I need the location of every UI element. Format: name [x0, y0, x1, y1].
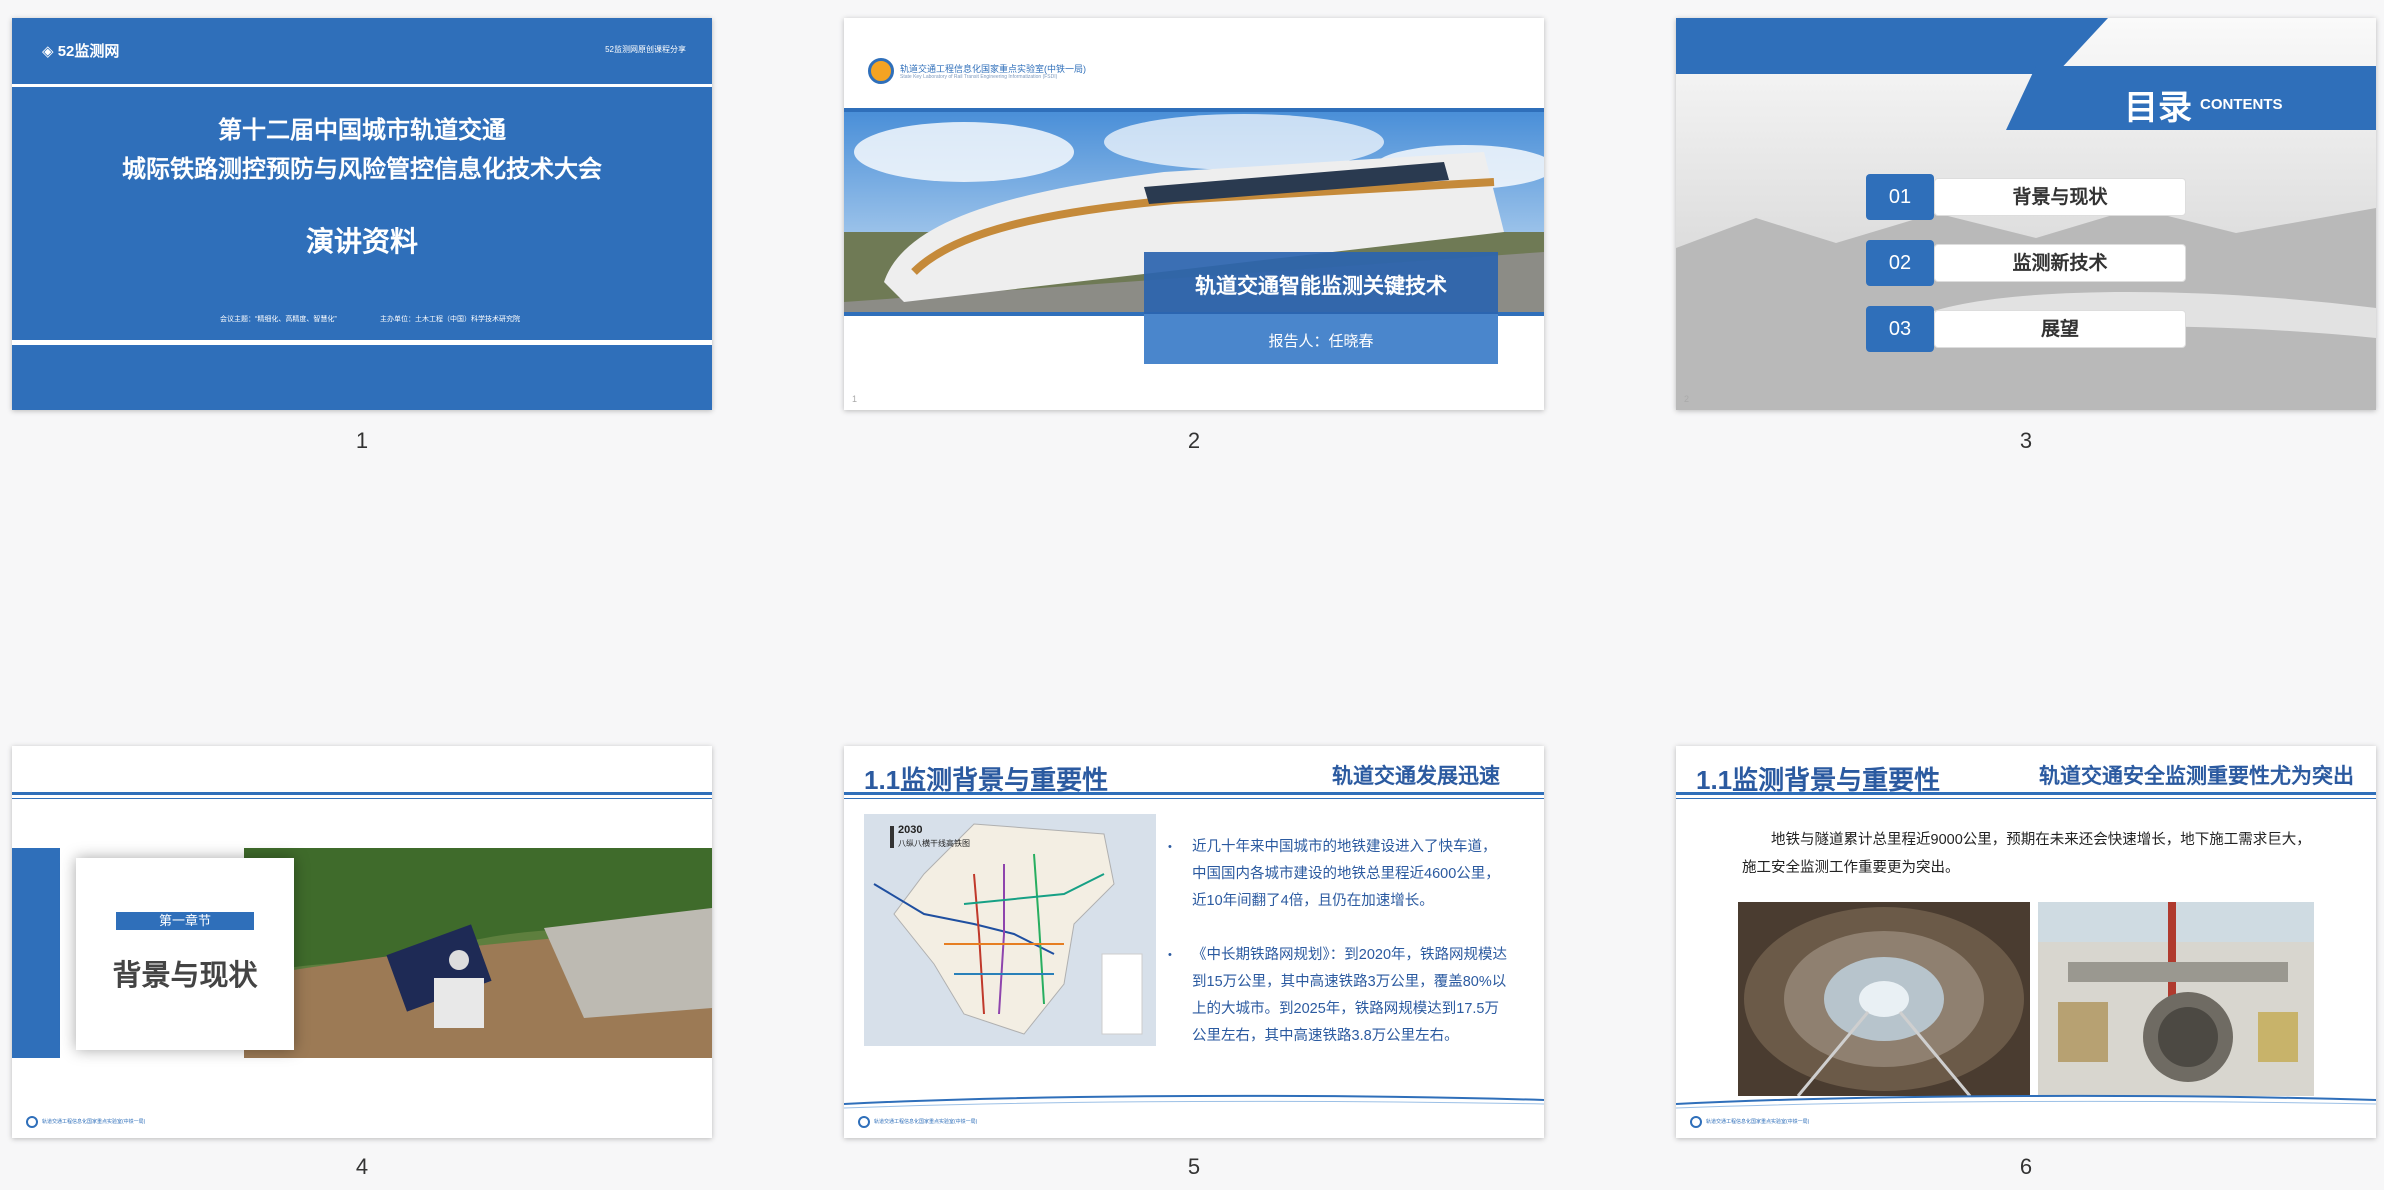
toc-item-3[interactable]: 03 展望	[1866, 306, 2186, 352]
bullet-item-1: • 近几十年来中国城市的地铁建设进入了快车道，中国国内各城市建设的地铁总里程近4…	[1168, 834, 1508, 915]
org-logo-icon	[1690, 1116, 1702, 1128]
toc-title: 目录	[2124, 89, 2192, 127]
org-subname: State Key Laboratory of Rail Transit Eng…	[900, 74, 1058, 80]
toc-label: 展望	[1934, 310, 2186, 348]
toc-index: 03	[1866, 306, 1934, 352]
slide-thumbnail-3[interactable]: 目录 CONTENTS 01 背景与现状 02 监测新技术 03 展望 2	[1676, 18, 2376, 410]
slide-thumbnail-4[interactable]: 第一章节 背景与现状 轨道交通工程信息化国家重点实验室(中铁一局)	[12, 746, 712, 1138]
org-logo-icon	[26, 1116, 38, 1128]
slide-title: 轨道交通智能监测关键技术	[1195, 275, 1447, 298]
map-subtitle: 八纵八横干线高铁图	[898, 839, 970, 848]
slide-background	[12, 18, 712, 410]
bullet-dot-icon: •	[1168, 841, 1172, 853]
body-text: 地铁与隧道累计总里程近9000公里，预期在未来还会快速增长，地下施工需求巨大，施…	[1742, 832, 2311, 876]
field-photo	[244, 848, 712, 1058]
bullet-dot-icon: •	[1168, 949, 1172, 961]
bullet-item-2: • 《中长期铁路网规划》：到2020年，铁路网规模达到15万公里，其中高速铁路3…	[1168, 942, 1508, 1050]
logo: ◈ 52监测网	[42, 43, 120, 60]
slide-number: 4	[355, 1154, 369, 1179]
toc-label: 背景与现状	[1934, 178, 2186, 216]
slide-subtitle: 演讲资料	[305, 226, 418, 257]
toc-label: 监测新技术	[1934, 244, 2186, 282]
divider	[844, 798, 1544, 799]
slide-thumbnail-1[interactable]: ◈ 52监测网 52监测网原创课程分享 第十二届中国城市轨道交通 城际铁路测控预…	[12, 18, 712, 410]
chapter-title: 背景与现状	[112, 960, 258, 992]
slide-number: 1	[355, 428, 369, 453]
slide-number: 6	[2019, 1154, 2033, 1179]
footer-org: 轨道交通工程信息化国家重点实验室(中铁一局)	[874, 1119, 978, 1125]
divider	[12, 798, 712, 799]
divider	[12, 792, 712, 795]
top-right-caption: 52监测网原创课程分享	[605, 45, 686, 54]
toc-item-2[interactable]: 02 监测新技术	[1866, 240, 2186, 286]
toc-index: 02	[1866, 240, 1934, 286]
toc-item-1[interactable]: 01 背景与现状	[1866, 174, 2186, 220]
reporter: 报告人：任晓春	[1268, 333, 1374, 350]
map-year: 2030	[898, 824, 923, 836]
divider	[12, 340, 712, 345]
slide-number: 2	[1187, 428, 1201, 453]
footer-org: 轨道交通工程信息化国家重点实验室(中铁一局)	[1706, 1119, 1810, 1125]
org-logo-icon	[858, 1116, 870, 1128]
map-title-bar	[890, 826, 894, 848]
divider	[1676, 792, 2376, 795]
chapter-label: 第一章节	[116, 912, 254, 930]
page-number: 1	[852, 394, 858, 404]
divider	[844, 792, 1544, 795]
page-number: 2	[1684, 394, 1690, 404]
footer-left-caption: 会议主题：“精细化、高精度、智慧化”	[220, 316, 337, 323]
bullet-text: 《中长期铁路网规划》：到2020年，铁路网规模达到15万公里，其中高速铁路3万公…	[1192, 947, 1508, 1044]
slide-number: 5	[1187, 1154, 1201, 1179]
toc-title-en: CONTENTS	[2200, 96, 2283, 113]
logo-mark-icon: ◈	[42, 43, 54, 60]
footer-wave	[1676, 1090, 2376, 1110]
slide-number: 3	[2019, 428, 2033, 453]
slide-thumbnail-5[interactable]: 1.1监测背景与重要性 轨道交通发展迅速 2030 八纵八横干线高铁图 • 近几…	[844, 746, 1544, 1138]
slide-thumbnail-2[interactable]: 轨道交通工程信息化国家重点实验室(中铁一局) State Key Laborat…	[844, 18, 1544, 410]
right-title: 轨道交通发展迅速	[1332, 765, 1500, 788]
org-logo-icon	[868, 58, 894, 84]
footer-wave	[844, 1090, 1544, 1110]
footer-right-caption: 主办单位：土木工程（中国）科学技术研究院	[380, 316, 520, 323]
slide-thumbnail-6[interactable]: 1.1监测背景与重要性 轨道交通安全监测重要性尤为突出 地铁与隧道累计总里程近9…	[1676, 746, 2376, 1138]
slide-title-line2: 城际铁路测控预防与风险管控信息化技术大会	[122, 156, 602, 183]
side-accent-bar	[12, 848, 60, 1058]
divider	[1676, 798, 2376, 799]
bullet-text: 近几十年来中国城市的地铁建设进入了快车道，中国国内各城市建设的地铁总里程近460…	[1192, 839, 1500, 909]
toc-index: 01	[1866, 174, 1934, 220]
tunnel-photo	[1738, 902, 2030, 1096]
slide-title-line1: 第十二届中国城市轨道交通	[218, 117, 506, 144]
right-title: 轨道交通安全监测重要性尤为突出	[2039, 765, 2354, 788]
footer-org: 轨道交通工程信息化国家重点实验室(中铁一局)	[42, 1119, 146, 1125]
construction-site-photo	[2038, 902, 2314, 1096]
divider	[12, 84, 712, 87]
